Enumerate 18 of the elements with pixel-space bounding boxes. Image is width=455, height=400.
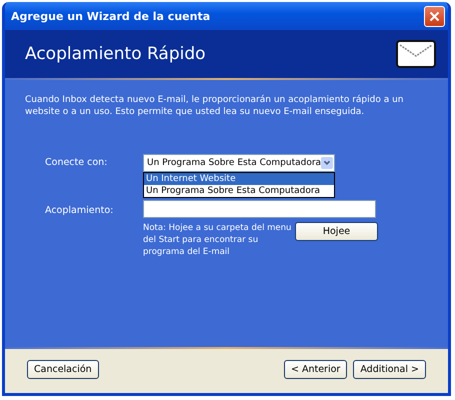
close-icon <box>429 10 440 22</box>
dropdown-option[interactable]: Un Programa Sobre Esta Computadora <box>144 185 334 197</box>
envelope-icon <box>396 40 436 68</box>
shortcut-field[interactable] <box>143 200 376 218</box>
description-text: Cuando Inbox detecta nuevo E-mail, le proporcionarán un acoplamiento rápido a un website o a un uso. Esto permite que usted lea su nuevo E-mail enseguida. <box>25 94 404 118</box>
close-button[interactable] <box>424 6 445 26</box>
chevron-down-icon <box>321 156 333 170</box>
window-title: Agregue un Wizard de la cuenta <box>11 10 212 22</box>
browse-button[interactable]: Hojee <box>295 222 378 241</box>
dropdown-option[interactable]: Un Internet Website <box>144 173 334 185</box>
next-button[interactable]: Additional > <box>353 360 426 378</box>
page-heading: Acoplamiento Rápido <box>25 44 207 64</box>
connect-dropdown[interactable]: Un Programa Sobre Esta Computadora <box>143 154 335 172</box>
back-button[interactable]: < Anterior <box>284 360 348 378</box>
connect-label: Conecte con: <box>44 156 108 168</box>
note-text: Nota: Hojee a su carpeta del menu del Start para encontrar su programa del E-mail <box>143 222 292 258</box>
cancel-button[interactable]: Cancelación <box>27 360 99 378</box>
shortcut-label: Acoplamiento: <box>44 204 114 216</box>
